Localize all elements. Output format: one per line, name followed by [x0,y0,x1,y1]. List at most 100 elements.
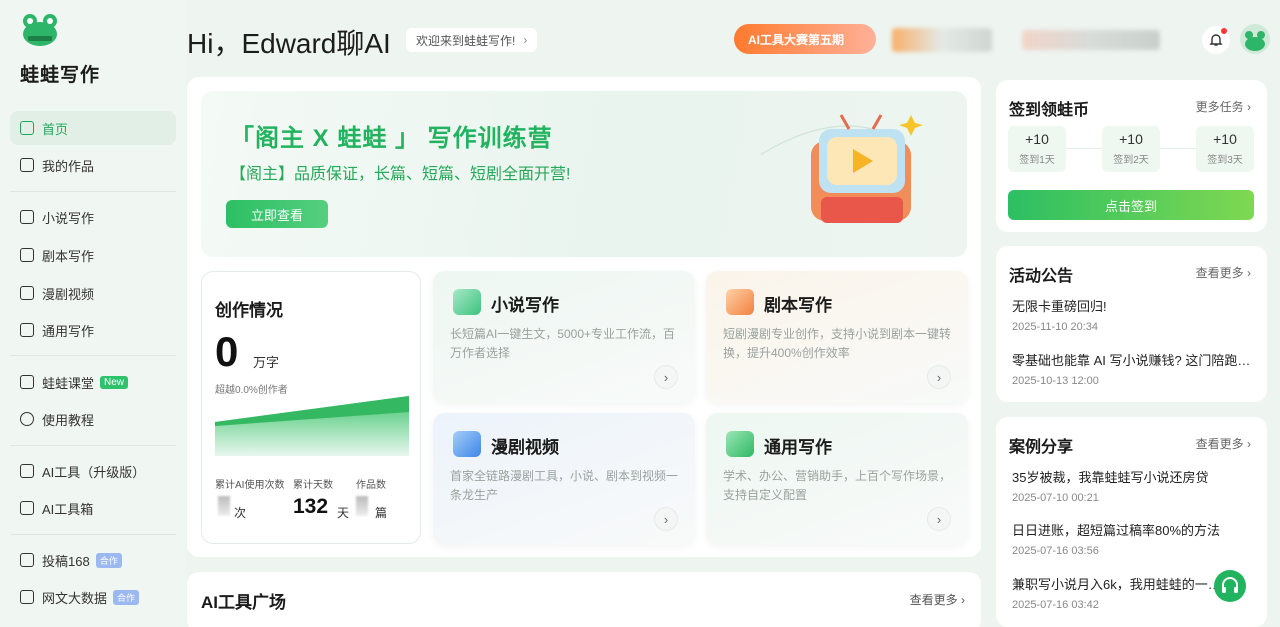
edit-icon [20,323,34,337]
card-general[interactable]: 通用写作 学术、办公、营销助手，上百个写作场景，支持自定义配置 › [706,413,968,545]
welcome-link[interactable]: 欢迎来到蛙蛙写作! › [406,28,538,52]
nav-ai-tools[interactable]: AI工具（升级版） [10,454,176,488]
banner-title: 「阁主 X 蛙蛙 」 写作训练营 [230,125,553,152]
book-icon [20,158,34,172]
case-item[interactable]: 35岁被裁，我靠蛙蛙写小说还房贷 2025-07-10 00:21 [1012,467,1252,504]
checkin-day-3[interactable]: +10 签到3天 [1196,126,1254,172]
uses-unit: 次 [234,506,247,520]
greeting: Hi，Edward聊AI [187,28,391,59]
nav-label: 我的作品 [42,158,95,174]
item-date: 2025-11-10 20:34 [1012,321,1099,333]
card-desc: 学术、办公、营销助手，上百个写作场景，支持自定义配置 [723,469,952,502]
card-desc: 长短篇AI一键生文，5000+专业工作流，百万作者选择 [450,327,676,360]
nav-home[interactable]: 首页 [10,111,176,145]
coin-value: +10 [1025,131,1049,147]
sidebar: 蛙蛙写作 首页 我的作品 小说写作 剧本写作 漫剧视频 通用写作 蛙蛙课堂 New… [0,0,186,627]
stat-label-uses: 累计AI使用次数 [215,480,285,491]
announcement-item[interactable]: 零基础也能靠 AI 写小说赚钱? 这门陪跑课... 2025-10-13 12:0… [1012,350,1252,387]
card-video[interactable]: 漫剧视频 首家全链路漫剧工具，小说、剧本到视频一条龙生产 › [433,413,695,545]
announcement-item[interactable]: 无限卡重磅回归! 2025-11-10 20:34 [1012,296,1252,333]
day-label: 签到1天 [1019,155,1055,166]
item-title: 35岁被裁，我靠蛙蛙写小说还房贷 [1012,470,1209,485]
avatar[interactable] [1240,24,1270,54]
more-text: 查看更多 [909,593,958,607]
nav-script[interactable]: 剧本写作 [10,238,176,272]
card-novel[interactable]: 小说写作 长短篇AI一键生文，5000+专业工作流，百万作者选择 › [433,271,695,403]
video-icon [20,286,34,300]
nav-submit[interactable]: 投稿168 合作 [10,543,176,577]
ai-square-more-link[interactable]: 查看更多 › [910,591,965,608]
new-badge: New [100,375,129,389]
item-date: 2025-07-16 03:56 [1012,545,1099,557]
checkin-panel: 签到领蛙币 更多任务 › +10 签到1天 +10 签到2天 +10 签到3天 点击签… [996,80,1267,232]
item-date: 2025-07-16 03:42 [1012,599,1099,611]
more-text: 查看更多 [1195,266,1244,280]
case-item[interactable]: 兼职写小说月入6k，我用蛙蛙的一些心得 2025-07-16 03:42 [1012,574,1224,611]
general-card-icon [726,431,754,457]
nav-label: 通用写作 [42,323,95,339]
days-unit: 天 [337,506,350,520]
nav-label: 使用教程 [42,412,95,428]
notification-button[interactable] [1202,26,1230,54]
nav-toolbox[interactable]: AI工具箱 [10,491,176,525]
nav-general[interactable]: 通用写作 [10,313,176,347]
stat-label-days: 累计天数 [293,480,333,491]
chevron-right-icon[interactable]: › [927,365,951,389]
blurred-info [1022,30,1160,50]
divider [10,191,176,192]
checkin-day-2[interactable]: +10 签到2天 [1102,126,1160,172]
nav-video[interactable]: 漫剧视频 [10,276,176,310]
nav-bigdata[interactable]: 网文大数据 合作 [10,580,176,614]
checkin-day-1[interactable]: +10 签到1天 [1008,126,1066,172]
item-date: 2025-10-13 12:00 [1012,375,1099,387]
creation-stats-card: 创作情况 0 万字 超越0.0%创作者 累计AI使用次数 累计天数 作品数 次 … [201,271,421,544]
coin-value: +10 [1119,131,1143,147]
info-icon [20,412,34,426]
script-card-icon [726,289,754,315]
grad-cap-icon [20,375,34,389]
nav-my-works[interactable]: 我的作品 [10,148,176,182]
nav-label: 小说写作 [42,210,95,226]
case-item[interactable]: 日日进账，超短篇过稿率80%的方法 2025-07-16 03:56 [1012,520,1252,557]
customer-service-button[interactable] [1214,570,1246,602]
more-text: 更多任务 [1195,100,1244,114]
frog-logo-icon[interactable] [20,12,60,48]
script-icon [20,248,34,262]
nav-label: 剧本写作 [42,248,95,264]
uses-value-blurred [218,496,230,516]
card-desc: 短剧漫剧专业创作，支持小说到剧本一键转换，提升400%创作效率 [723,327,952,360]
nav-novel[interactable]: 小说写作 [10,200,176,234]
card-title: 漫剧视频 [491,438,559,457]
card-script[interactable]: 剧本写作 短剧漫剧专业创作，支持小说到剧本一键转换，提升400%创作效率 › [706,271,968,403]
nav-tutorial[interactable]: 使用教程 [10,402,176,436]
nav-label: 蛙蛙课堂 [42,375,95,391]
section-title: AI工具广场 [201,593,286,612]
checkin-button[interactable]: 点击签到 [1008,190,1254,220]
nav-label: 漫剧视频 [42,286,95,302]
coin-value: +10 [1213,131,1237,147]
chevron-right-icon[interactable]: › [654,365,678,389]
chevron-right-icon[interactable]: › [654,507,678,531]
works-value-blurred [356,496,368,516]
nav-classroom[interactable]: 蛙蛙课堂 New [10,365,176,399]
divider [10,445,176,446]
panel-title: 签到领蛙币 [1009,102,1090,119]
nav-label: AI工具箱 [42,501,94,517]
item-title: 日日进账，超短篇过稿率80%的方法 [1012,523,1221,538]
chevron-right-icon[interactable]: › [927,507,951,531]
welcome-text: 欢迎来到蛙蛙写作! [416,33,516,48]
more-tasks-link[interactable]: 更多任务 › [1196,98,1251,115]
works-unit: 篇 [375,506,388,520]
nav-label: 网文大数据 [42,590,108,606]
chart-icon [20,590,34,604]
progress-chart-icon [215,396,409,456]
cases-more-link[interactable]: 查看更多 › [1196,435,1251,452]
ai-tool-square: AI工具广场 查看更多 › [187,572,981,627]
view-now-button[interactable]: 立即查看 [226,200,328,228]
item-title: 无限卡重磅回归! [1012,299,1107,314]
announcement-more-link[interactable]: 查看更多 › [1196,264,1251,281]
day-label: 签到2天 [1113,155,1149,166]
card-title: 通用写作 [764,438,832,457]
contest-banner[interactable]: AI工具大赛第五期 [734,24,876,54]
nav-label: 投稿168 [42,553,90,569]
